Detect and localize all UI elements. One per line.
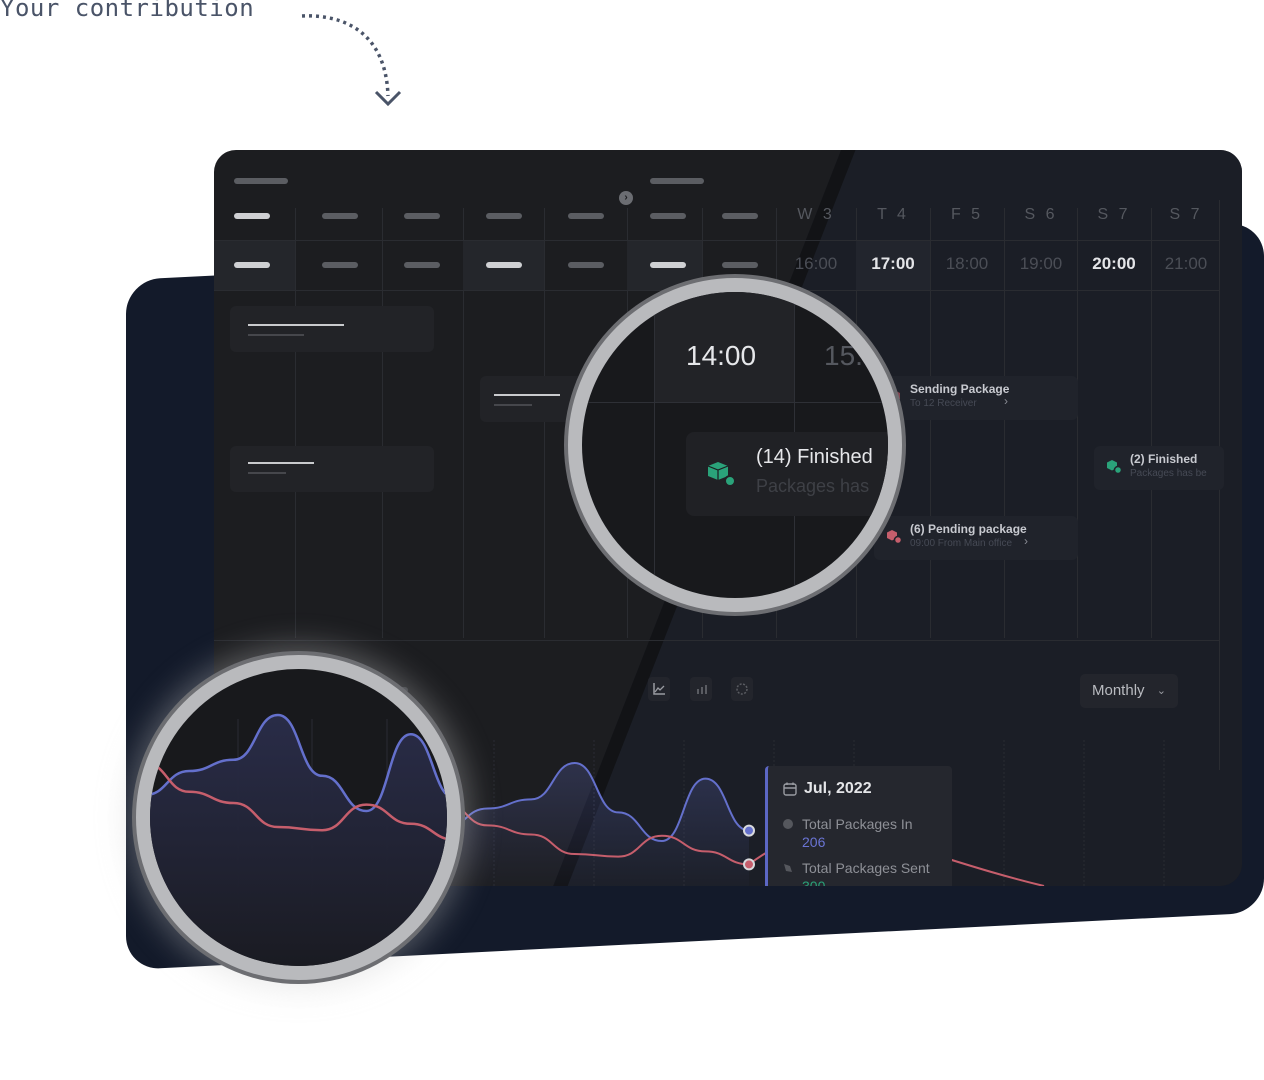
magnifier-lens-chart — [136, 655, 461, 980]
skeleton-day — [322, 213, 358, 219]
day-header: S 6 — [1024, 206, 1058, 223]
time-header: 0 — [584, 340, 600, 371]
event-title: (14) Finished — [756, 446, 873, 468]
grid-line — [382, 208, 383, 638]
day-header: S 7 — [1169, 206, 1203, 223]
chevron-right-icon: › — [1004, 394, 1008, 408]
chart-tooltip: Jul, 2022 Total Packages In 206 Total Pa… — [765, 766, 952, 886]
package-pending-icon — [887, 530, 902, 544]
bar-chart-button[interactable] — [690, 677, 712, 701]
skeleton-time — [234, 262, 270, 268]
event-card[interactable]: Sending Package To 12 Receiver › — [874, 376, 1078, 420]
skeleton-day — [404, 213, 440, 219]
dotted-curved-arrow-icon — [301, 14, 402, 107]
bar-chart-icon — [697, 685, 707, 694]
time-header[interactable]: 17:00 — [856, 254, 930, 274]
grid-line — [214, 240, 1219, 241]
event-subtitle: Packages has be — [1130, 468, 1207, 479]
skeleton-event — [230, 306, 434, 352]
skeleton-time — [486, 262, 522, 268]
event-title: (2) Finished — [1130, 452, 1198, 466]
grid-line — [544, 208, 545, 638]
magnified-chart — [150, 713, 447, 966]
skeleton-event — [230, 446, 434, 492]
time-header[interactable]: 21:00 — [1149, 254, 1223, 274]
chevron-right-icon[interactable]: › — [619, 191, 633, 205]
time-header: 15: — [824, 340, 863, 371]
event-card[interactable]: (6) Pending package 09:00 From Main offi… — [874, 516, 1078, 560]
event-subtitle: 09:00 From Main office — [910, 538, 1013, 549]
time-header[interactable]: 19:00 — [1004, 254, 1078, 274]
period-select-value: Monthly — [1092, 682, 1145, 699]
skeleton-time — [404, 262, 440, 268]
point-sent[interactable] — [743, 858, 755, 871]
tooltip-date: Jul, 2022 — [804, 780, 872, 797]
line-chart-icon — [653, 683, 665, 695]
time-header[interactable]: 16:00 — [779, 254, 853, 274]
skeleton-day — [722, 213, 758, 219]
skeleton-time — [650, 262, 686, 268]
skeleton-title — [234, 178, 288, 184]
donut-chart-icon — [736, 683, 748, 695]
annotation-caption: Your contribution — [0, 0, 255, 22]
package-check-icon — [1107, 460, 1122, 474]
event-card[interactable]: (2) Finished Packages has be — [1094, 446, 1224, 490]
grid-line — [654, 292, 655, 598]
skeleton-day — [650, 213, 686, 219]
skeleton-title — [650, 178, 704, 184]
event-card[interactable]: (14) Finished Packages has — [686, 432, 888, 516]
skeleton-day — [568, 213, 604, 219]
skeleton-day — [234, 213, 270, 219]
package-in-icon — [783, 819, 793, 829]
event-subtitle: Packages has — [756, 476, 870, 496]
day-header: S 7 — [1097, 206, 1131, 223]
calendar-icon — [783, 782, 797, 796]
magnifier-lens-schedule: 0 14:00 15: (14) Finished Packages has — [568, 278, 902, 612]
day-header: T 4 — [877, 206, 909, 223]
grid-line — [582, 402, 888, 403]
series-area-in — [150, 715, 447, 966]
time-header: 14:00 — [686, 340, 757, 371]
tooltip-in-value: 206 — [802, 834, 826, 850]
package-check-icon — [707, 462, 736, 487]
grid-line — [214, 640, 1219, 641]
event-subtitle: To 12 Receiver — [910, 398, 977, 409]
period-select[interactable]: Monthly ⌄ — [1080, 674, 1178, 708]
event-title: Sending Package — [910, 382, 1010, 396]
point-in[interactable] — [743, 824, 755, 837]
tooltip-sent-label: Total Packages Sent — [802, 860, 930, 876]
skeleton-time — [722, 262, 758, 268]
skeleton-time — [322, 262, 358, 268]
time-header[interactable]: 20:00 — [1077, 254, 1151, 274]
tooltip-in-label: Total Packages In — [802, 816, 913, 832]
skeleton-day — [486, 213, 522, 219]
pie-chart-button[interactable] — [731, 677, 753, 701]
tooltip-sent-value: 300 — [802, 878, 826, 886]
day-header: F 5 — [950, 206, 984, 223]
chevron-down-icon: ⌄ — [1156, 685, 1166, 697]
chevron-right-icon: › — [1024, 534, 1028, 548]
time-header[interactable]: 18:00 — [930, 254, 1004, 274]
line-chart-button[interactable] — [648, 677, 670, 701]
event-title: (6) Pending package — [910, 522, 1027, 536]
day-header: W 3 — [797, 206, 835, 223]
grid-line — [295, 208, 296, 638]
skeleton-time — [568, 262, 604, 268]
package-sent-icon — [784, 864, 792, 872]
